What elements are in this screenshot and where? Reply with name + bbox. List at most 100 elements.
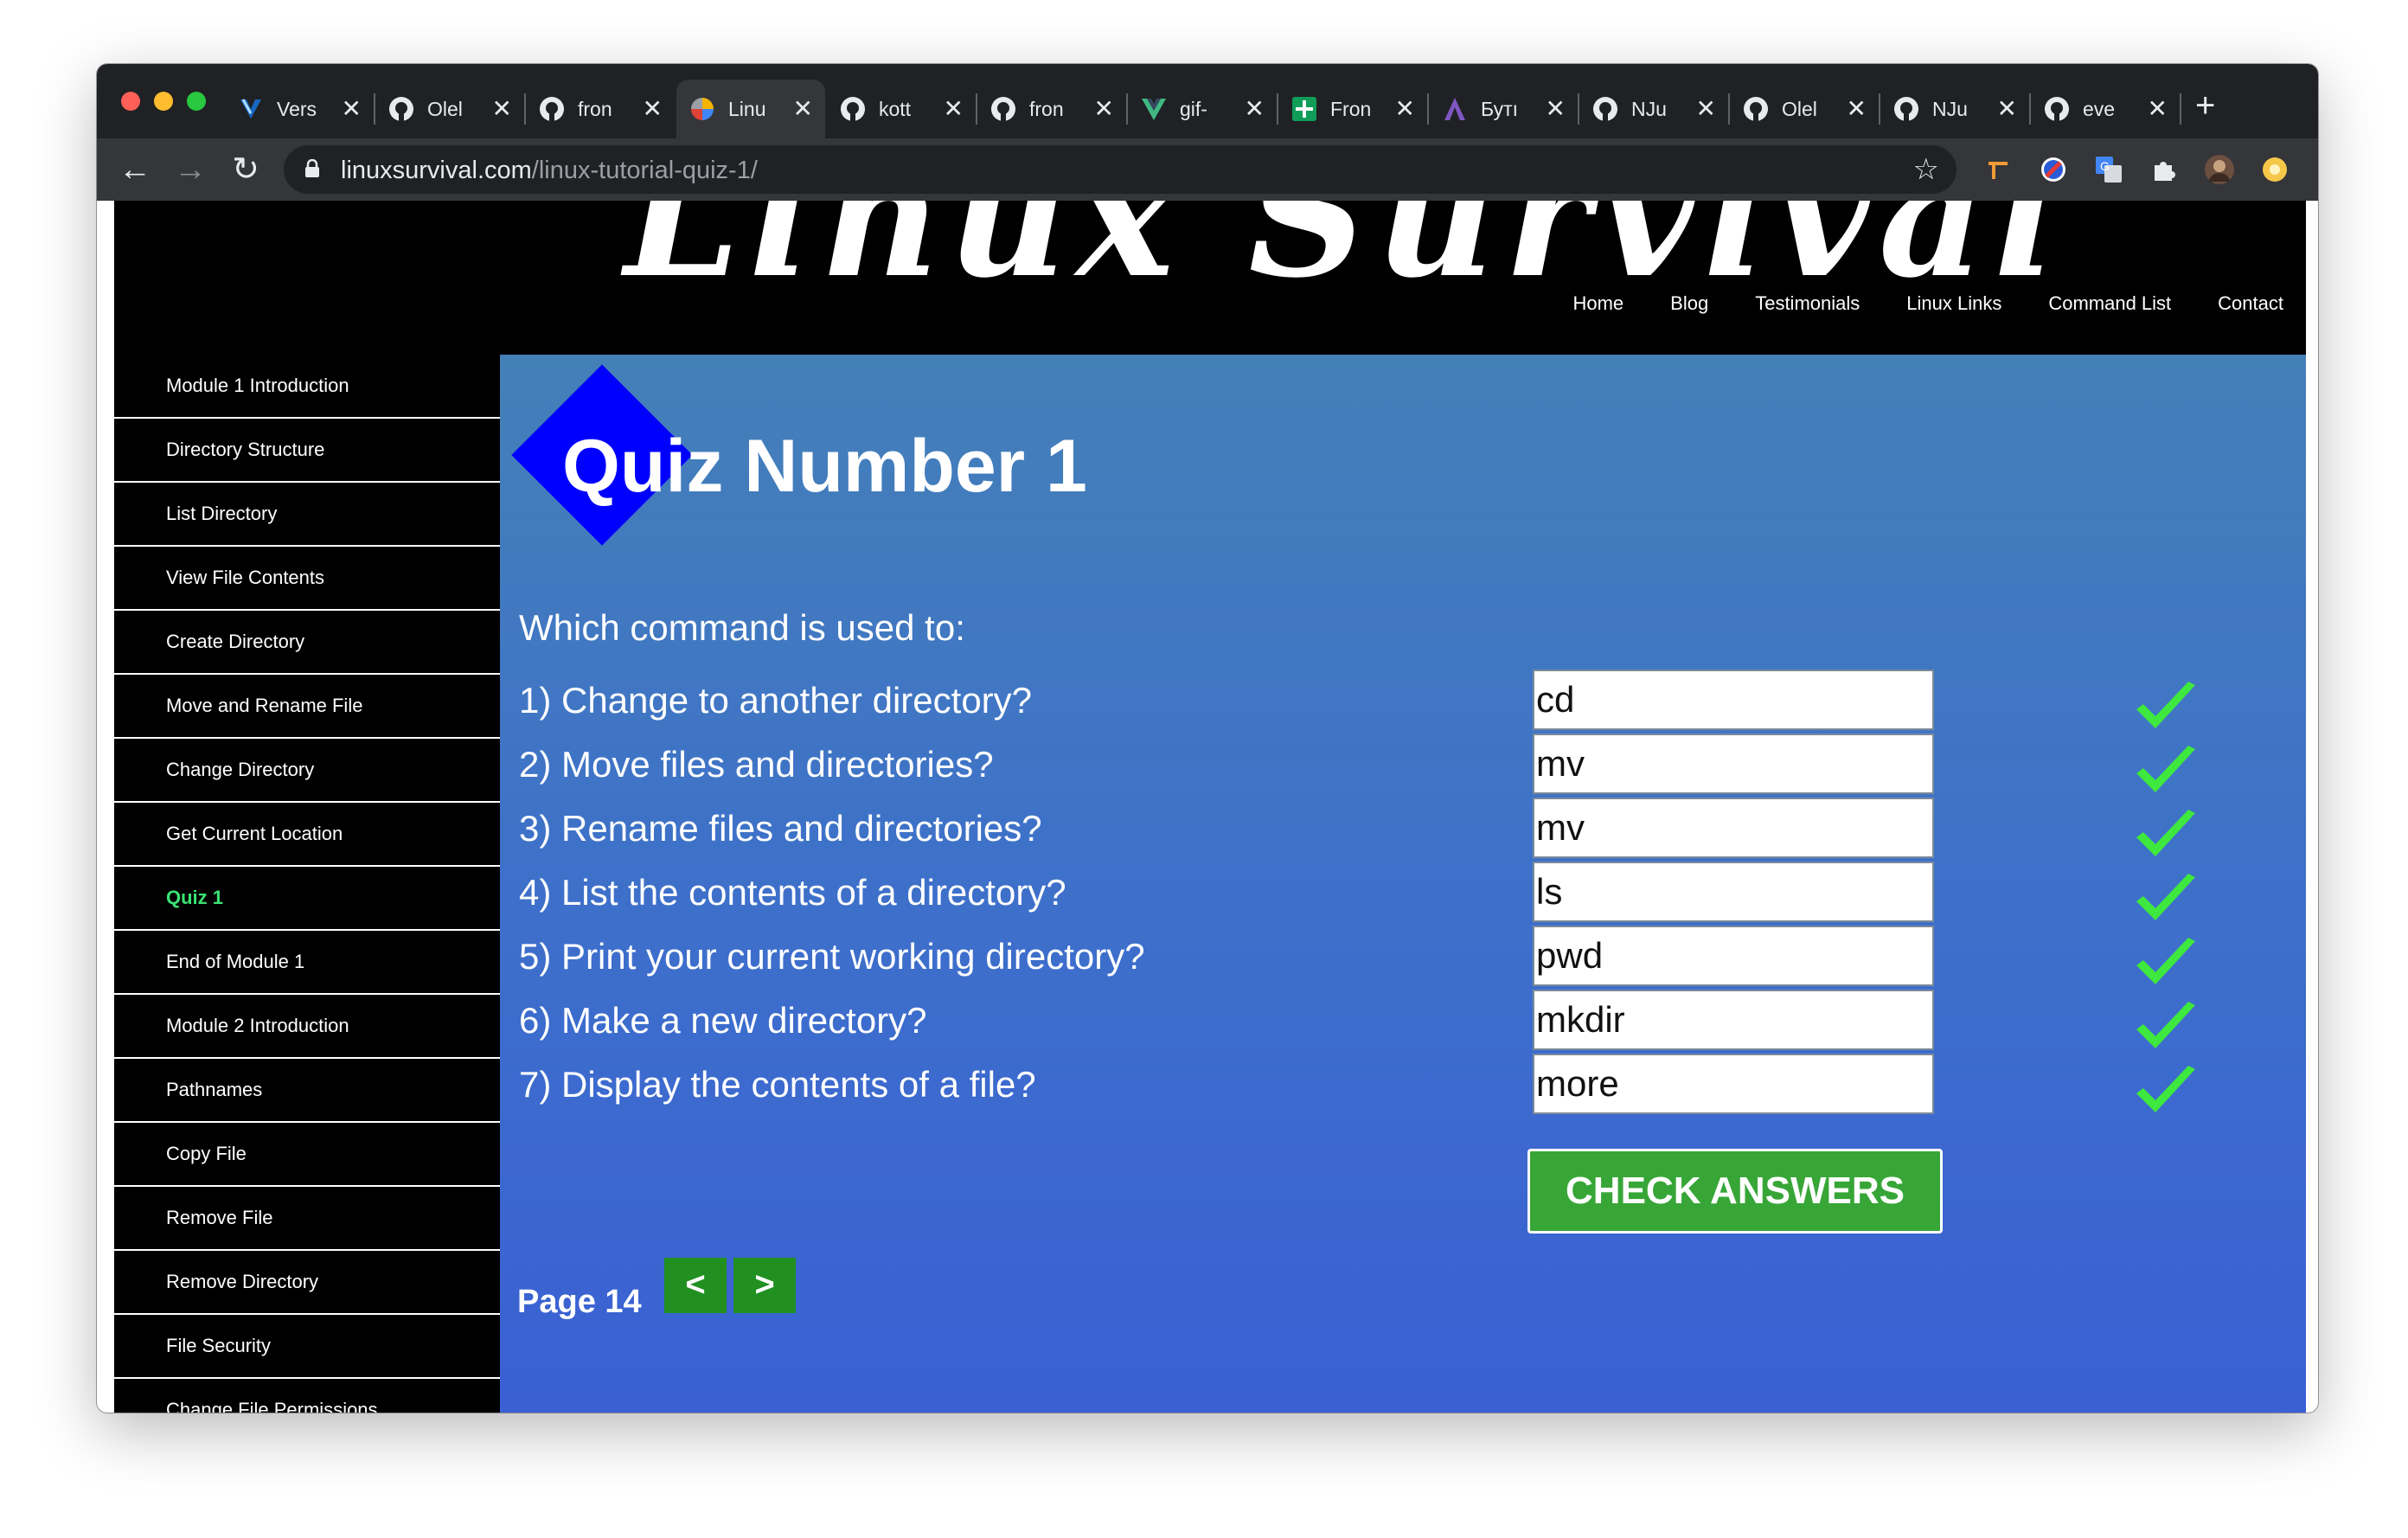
tab-title: eve [2083, 97, 2116, 120]
vuetify-icon [237, 95, 265, 123]
answer-input[interactable] [1533, 798, 1934, 858]
browser-tab[interactable]: Бутı ✕ [1429, 80, 1578, 138]
new-tab-button[interactable]: + [2195, 88, 2215, 123]
answer-input[interactable] [1533, 990, 1934, 1050]
minimize-window-button[interactable] [154, 92, 173, 111]
bookmark-star-icon[interactable]: ☆ [1913, 152, 1939, 187]
nav-home[interactable]: Home [1572, 292, 1623, 315]
github-icon [989, 95, 1017, 123]
close-icon[interactable]: ✕ [1245, 97, 1265, 121]
question-text: 1) Change to another directory? [519, 680, 1033, 721]
browser-tab[interactable]: gif- ✕ [1128, 80, 1277, 138]
github-icon [1591, 95, 1619, 123]
browser-tab[interactable]: Vers ✕ [225, 80, 374, 138]
puzzle-icon[interactable] [2149, 154, 2180, 185]
answer-input[interactable] [1533, 1054, 1934, 1114]
nav-testimonials[interactable]: Testimonials [1755, 292, 1860, 315]
forward-arrow-icon[interactable]: → [168, 147, 213, 192]
browser-tab[interactable]: NJu ✕ [1579, 80, 1728, 138]
sidebar-item-module-2-introduction[interactable]: Module 2 Introduction [114, 995, 500, 1059]
quiz-intro: Which command is used to: [519, 607, 965, 648]
sidebar-item-pathnames[interactable]: Pathnames [114, 1059, 500, 1123]
answer-input[interactable] [1533, 734, 1934, 794]
close-icon[interactable]: ✕ [643, 97, 663, 121]
answer-input[interactable] [1533, 862, 1934, 922]
github-icon [387, 95, 415, 123]
browser-toolbar: ← → ↻ linuxsurvival.com/linux-tutorial-q… [97, 138, 2318, 201]
svg-text:G: G [2100, 159, 2110, 173]
close-icon[interactable]: ✕ [1847, 97, 1867, 121]
browser-tab[interactable]: Olel ✕ [375, 80, 524, 138]
sidebar-item-view-file-contents[interactable]: View File Contents [114, 547, 500, 611]
browser-tab-active[interactable]: Linu ✕ [676, 80, 825, 138]
tab-title: fron [1029, 97, 1064, 120]
quiz-content: Quiz Number 1 Which command is used to: … [500, 355, 2306, 1413]
sidebar-item-module-1-introduction[interactable]: Module 1 Introduction [114, 355, 500, 419]
close-icon[interactable]: ✕ [944, 97, 964, 121]
reload-icon[interactable]: ↻ [223, 147, 268, 192]
previous-page-button[interactable]: < [664, 1258, 727, 1313]
tab-title: NJu [1932, 97, 1968, 120]
sidebar-item-change-directory[interactable]: Change Directory [114, 739, 500, 803]
github-icon [839, 95, 867, 123]
page-title: Quiz Number 1 [562, 425, 1087, 508]
sidebar-item-quiz-1[interactable]: Quiz 1 [114, 867, 500, 931]
tab-title: NJu [1631, 97, 1667, 120]
close-icon[interactable]: ✕ [1395, 97, 1415, 121]
github-icon [2043, 95, 2071, 123]
zoom-window-button[interactable] [187, 92, 206, 111]
sidebar-item-move-and-rename-file[interactable]: Move and Rename File [114, 675, 500, 739]
close-icon[interactable]: ✕ [1546, 97, 1566, 121]
google-translate-icon[interactable]: G [2093, 154, 2124, 185]
close-icon[interactable]: ✕ [492, 97, 512, 121]
browser-tab[interactable]: Olel ✕ [1730, 80, 1879, 138]
sidebar-item-directory-structure[interactable]: Directory Structure [114, 419, 500, 483]
nav-blog[interactable]: Blog [1670, 292, 1708, 315]
close-icon[interactable]: ✕ [1997, 97, 2017, 121]
url-text: linuxsurvival.com/linux-tutorial-quiz-1/ [341, 157, 758, 185]
close-window-button[interactable] [121, 92, 140, 111]
answer-input[interactable] [1533, 926, 1934, 986]
browser-tab[interactable]: fron ✕ [526, 80, 675, 138]
close-icon[interactable]: ✕ [2148, 97, 2168, 121]
check-answers-button[interactable]: CHECK ANSWERS [1527, 1149, 1943, 1234]
close-icon[interactable]: ✕ [342, 97, 362, 121]
answer-input[interactable] [1533, 670, 1934, 730]
browser-tab[interactable]: eve ✕ [2031, 80, 2180, 138]
nav-contact[interactable]: Contact [2218, 292, 2283, 315]
github-icon [1742, 95, 1770, 123]
sidebar-item-copy-file[interactable]: Copy File [114, 1123, 500, 1187]
address-bar[interactable]: linuxsurvival.com/linux-tutorial-quiz-1/… [284, 145, 1956, 194]
sidebar-item-remove-directory[interactable]: Remove Directory [114, 1251, 500, 1315]
close-icon[interactable]: ✕ [1696, 97, 1716, 121]
close-icon[interactable]: ✕ [1094, 97, 1114, 121]
browser-tab[interactable]: kott ✕ [827, 80, 976, 138]
sidebar-item-get-current-location[interactable]: Get Current Location [114, 803, 500, 867]
next-page-button[interactable]: > [733, 1258, 796, 1313]
browser-tab[interactable]: NJu ✕ [1880, 80, 2029, 138]
tab-title: Vers [277, 97, 317, 120]
back-arrow-icon[interactable]: ← [112, 147, 157, 192]
tab-title: Бутı [1481, 97, 1519, 120]
sidebar-item-end-of-module-1[interactable]: End of Module 1 [114, 931, 500, 995]
sidebar-item-change-file-permissions[interactable]: Change File Permissions [114, 1379, 500, 1413]
github-icon [538, 95, 566, 123]
check-mark-icon [2136, 1002, 2195, 1048]
nav-linux-links[interactable]: Linux Links [1906, 292, 2001, 315]
close-icon[interactable]: ✕ [793, 97, 813, 121]
sidebar-item-list-directory[interactable]: List Directory [114, 483, 500, 547]
sidebar-item-file-security[interactable]: File Security [114, 1315, 500, 1379]
lock-icon [305, 159, 319, 177]
nav-command-list[interactable]: Command List [2048, 292, 2171, 315]
tab-title: fron [578, 97, 612, 120]
web-page: Linux Survival Home Blog Testimonials Li… [114, 201, 2306, 1413]
sidebar-item-create-directory[interactable]: Create Directory [114, 611, 500, 675]
browser-tab[interactable]: fron ✕ [977, 80, 1126, 138]
yellow-circle-icon[interactable] [2259, 154, 2290, 185]
browser-tab[interactable]: Fron ✕ [1278, 80, 1427, 138]
sidebar-item-remove-file[interactable]: Remove File [114, 1187, 500, 1251]
avatar[interactable] [2204, 154, 2235, 185]
orange-tag-icon[interactable] [1982, 154, 2014, 185]
check-mark-icon [2136, 874, 2195, 920]
blue-red-circle-icon[interactable] [2038, 154, 2069, 185]
